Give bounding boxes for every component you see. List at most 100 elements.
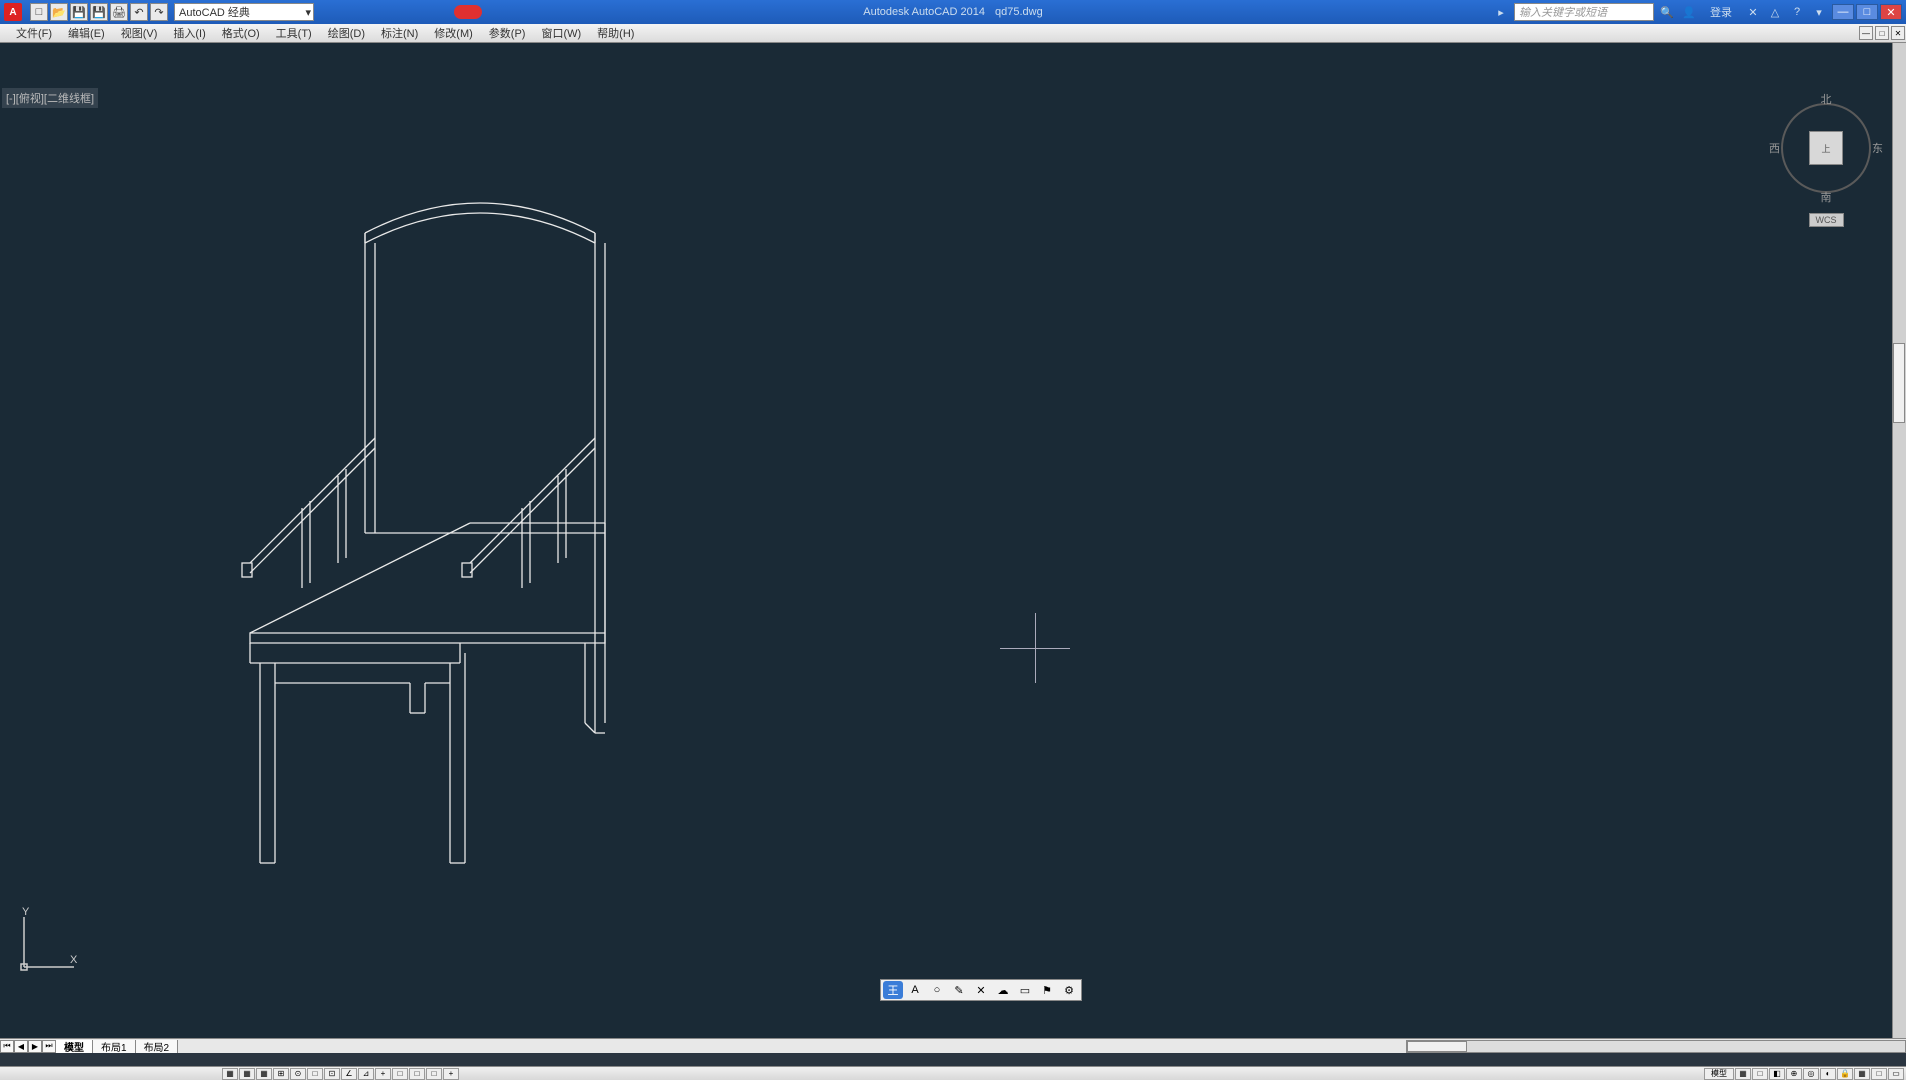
- workspace-dropdown[interactable]: AutoCAD 经典 ▾: [174, 3, 314, 21]
- menu-dimension[interactable]: 标注(N): [373, 25, 426, 41]
- ducs-toggle[interactable]: ∠: [341, 1068, 357, 1080]
- tab-nav-last[interactable]: ⏭: [42, 1040, 56, 1053]
- otrack-toggle[interactable]: ⊡: [324, 1068, 340, 1080]
- ime-keyboard-icon[interactable]: ▭: [1015, 981, 1035, 999]
- osnap-toggle[interactable]: ⊙: [290, 1068, 306, 1080]
- quickview-layouts-icon[interactable]: ▦: [1735, 1068, 1751, 1080]
- tab-nav-prev[interactable]: ◀: [14, 1040, 28, 1053]
- workspace-switch-icon[interactable]: ◐: [1820, 1068, 1836, 1080]
- infocenter-arrow-icon[interactable]: ▸: [1492, 3, 1510, 21]
- svg-text:X: X: [70, 954, 78, 966]
- menu-edit[interactable]: 编辑(E): [60, 25, 113, 41]
- tab-nav-next[interactable]: ▶: [28, 1040, 42, 1053]
- exchange-icon[interactable]: ✕: [1744, 3, 1762, 21]
- grid-toggle[interactable]: ▦: [239, 1068, 255, 1080]
- modelspace-button[interactable]: 模型: [1704, 1068, 1734, 1080]
- tab-layout1[interactable]: 布局1: [93, 1040, 136, 1053]
- viewcube-top-face[interactable]: 上: [1809, 131, 1843, 165]
- hardware-accel-icon[interactable]: ▦: [1854, 1068, 1870, 1080]
- sc-toggle[interactable]: □: [426, 1068, 442, 1080]
- menu-insert[interactable]: 插入(I): [165, 25, 213, 41]
- ime-settings-icon[interactable]: ⚙: [1059, 981, 1079, 999]
- menu-file[interactable]: 文件(F): [8, 25, 60, 41]
- snap-toggle[interactable]: ▦: [222, 1068, 238, 1080]
- window-buttons: — □ ✕: [1832, 4, 1902, 20]
- new-icon[interactable]: □: [30, 3, 48, 21]
- coordinate-readout[interactable]: [0, 1068, 220, 1080]
- maximize-button[interactable]: □: [1856, 4, 1878, 20]
- lwt-toggle[interactable]: +: [375, 1068, 391, 1080]
- app-icon[interactable]: A: [4, 3, 22, 21]
- login-button[interactable]: 登录: [1710, 4, 1732, 20]
- signin-icon[interactable]: 👤: [1680, 3, 1698, 21]
- compass-east[interactable]: 东: [1872, 140, 1883, 156]
- am-toggle[interactable]: +: [443, 1068, 459, 1080]
- tab-model[interactable]: 模型: [56, 1040, 93, 1053]
- doc-close-button[interactable]: ✕: [1891, 26, 1905, 40]
- drawing-canvas[interactable]: [-][俯视][二维线框]: [0, 43, 1906, 1045]
- ortho-toggle[interactable]: ▦: [256, 1068, 272, 1080]
- open-icon[interactable]: 📂: [50, 3, 68, 21]
- search-input[interactable]: 输入关键字或短语: [1514, 3, 1654, 21]
- ime-scissors-icon[interactable]: ✕: [971, 981, 991, 999]
- menu-view[interactable]: 视图(V): [113, 25, 166, 41]
- h-scrollbar-thumb[interactable]: [1407, 1041, 1467, 1052]
- sync-badge-icon[interactable]: [454, 5, 482, 19]
- wcs-badge[interactable]: WCS: [1809, 213, 1844, 227]
- tab-layout2[interactable]: 布局2: [136, 1040, 179, 1053]
- help-dropdown-icon[interactable]: ▾: [1810, 3, 1828, 21]
- svg-text:Y: Y: [22, 907, 30, 918]
- qp-toggle[interactable]: □: [409, 1068, 425, 1080]
- compass-north[interactable]: 北: [1821, 91, 1832, 107]
- doc-maximize-button[interactable]: □: [1875, 26, 1889, 40]
- cloud-icon[interactable]: △: [1766, 3, 1784, 21]
- view-cube[interactable]: 北 南 东 西 上 WCS: [1776, 103, 1876, 243]
- menu-modify[interactable]: 修改(M): [426, 25, 481, 41]
- menu-help[interactable]: 帮助(H): [589, 25, 642, 41]
- minimize-button[interactable]: —: [1832, 4, 1854, 20]
- saveas-icon[interactable]: 💾: [90, 3, 108, 21]
- annotation-visibility-icon[interactable]: ⊕: [1786, 1068, 1802, 1080]
- quickview-drawings-icon[interactable]: □: [1752, 1068, 1768, 1080]
- clean-screen-icon[interactable]: ▭: [1888, 1068, 1904, 1080]
- redo-icon[interactable]: ↷: [150, 3, 168, 21]
- polar-toggle[interactable]: ⊞: [273, 1068, 289, 1080]
- menu-parametric[interactable]: 参数(P): [481, 25, 534, 41]
- compass-west[interactable]: 西: [1769, 140, 1780, 156]
- doc-window-buttons: — □ ✕: [1858, 26, 1906, 40]
- menu-tools[interactable]: 工具(T): [268, 25, 320, 41]
- viewcube-compass[interactable]: 北 南 东 西 上: [1781, 103, 1871, 193]
- lock-ui-icon[interactable]: 🔒: [1837, 1068, 1853, 1080]
- print-icon[interactable]: 🖨: [110, 3, 128, 21]
- tab-nav-first[interactable]: ⏮: [0, 1040, 14, 1053]
- command-line[interactable]: [0, 1053, 1906, 1066]
- ime-letter-icon[interactable]: A: [905, 981, 925, 999]
- close-button[interactable]: ✕: [1880, 4, 1902, 20]
- ime-cloud-icon[interactable]: ☁: [993, 981, 1013, 999]
- ime-logo-icon[interactable]: 王: [883, 981, 903, 999]
- autoscale-icon[interactable]: ◎: [1803, 1068, 1819, 1080]
- dyn-toggle[interactable]: ⊿: [358, 1068, 374, 1080]
- scrollbar-thumb[interactable]: [1893, 343, 1905, 423]
- menu-format[interactable]: 格式(O): [214, 25, 268, 41]
- input-method-toolbar[interactable]: 王 A ○ ✎ ✕ ☁ ▭ ⚑ ⚙: [880, 979, 1082, 1001]
- menu-window[interactable]: 窗口(W): [533, 25, 589, 41]
- undo-icon[interactable]: ↶: [130, 3, 148, 21]
- viewport-label[interactable]: [-][俯视][二维线框]: [2, 88, 98, 108]
- isolate-objects-icon[interactable]: □: [1871, 1068, 1887, 1080]
- app-title: Autodesk AutoCAD 2014: [863, 6, 985, 18]
- search-icon[interactable]: 🔍: [1658, 3, 1676, 21]
- ime-edit-icon[interactable]: ✎: [949, 981, 969, 999]
- ime-pin-icon[interactable]: ⚑: [1037, 981, 1057, 999]
- annotation-scale-icon[interactable]: ◧: [1769, 1068, 1785, 1080]
- doc-minimize-button[interactable]: —: [1859, 26, 1873, 40]
- vertical-scrollbar[interactable]: [1892, 43, 1906, 1045]
- transparency-toggle[interactable]: □: [392, 1068, 408, 1080]
- ime-punct-icon[interactable]: ○: [927, 981, 947, 999]
- compass-south[interactable]: 南: [1821, 189, 1832, 205]
- save-icon[interactable]: 💾: [70, 3, 88, 21]
- help-icon[interactable]: ?: [1788, 3, 1806, 21]
- 3dosnap-toggle[interactable]: □: [307, 1068, 323, 1080]
- menu-draw[interactable]: 绘图(D): [320, 25, 373, 41]
- horizontal-scrollbar[interactable]: [1406, 1040, 1906, 1053]
